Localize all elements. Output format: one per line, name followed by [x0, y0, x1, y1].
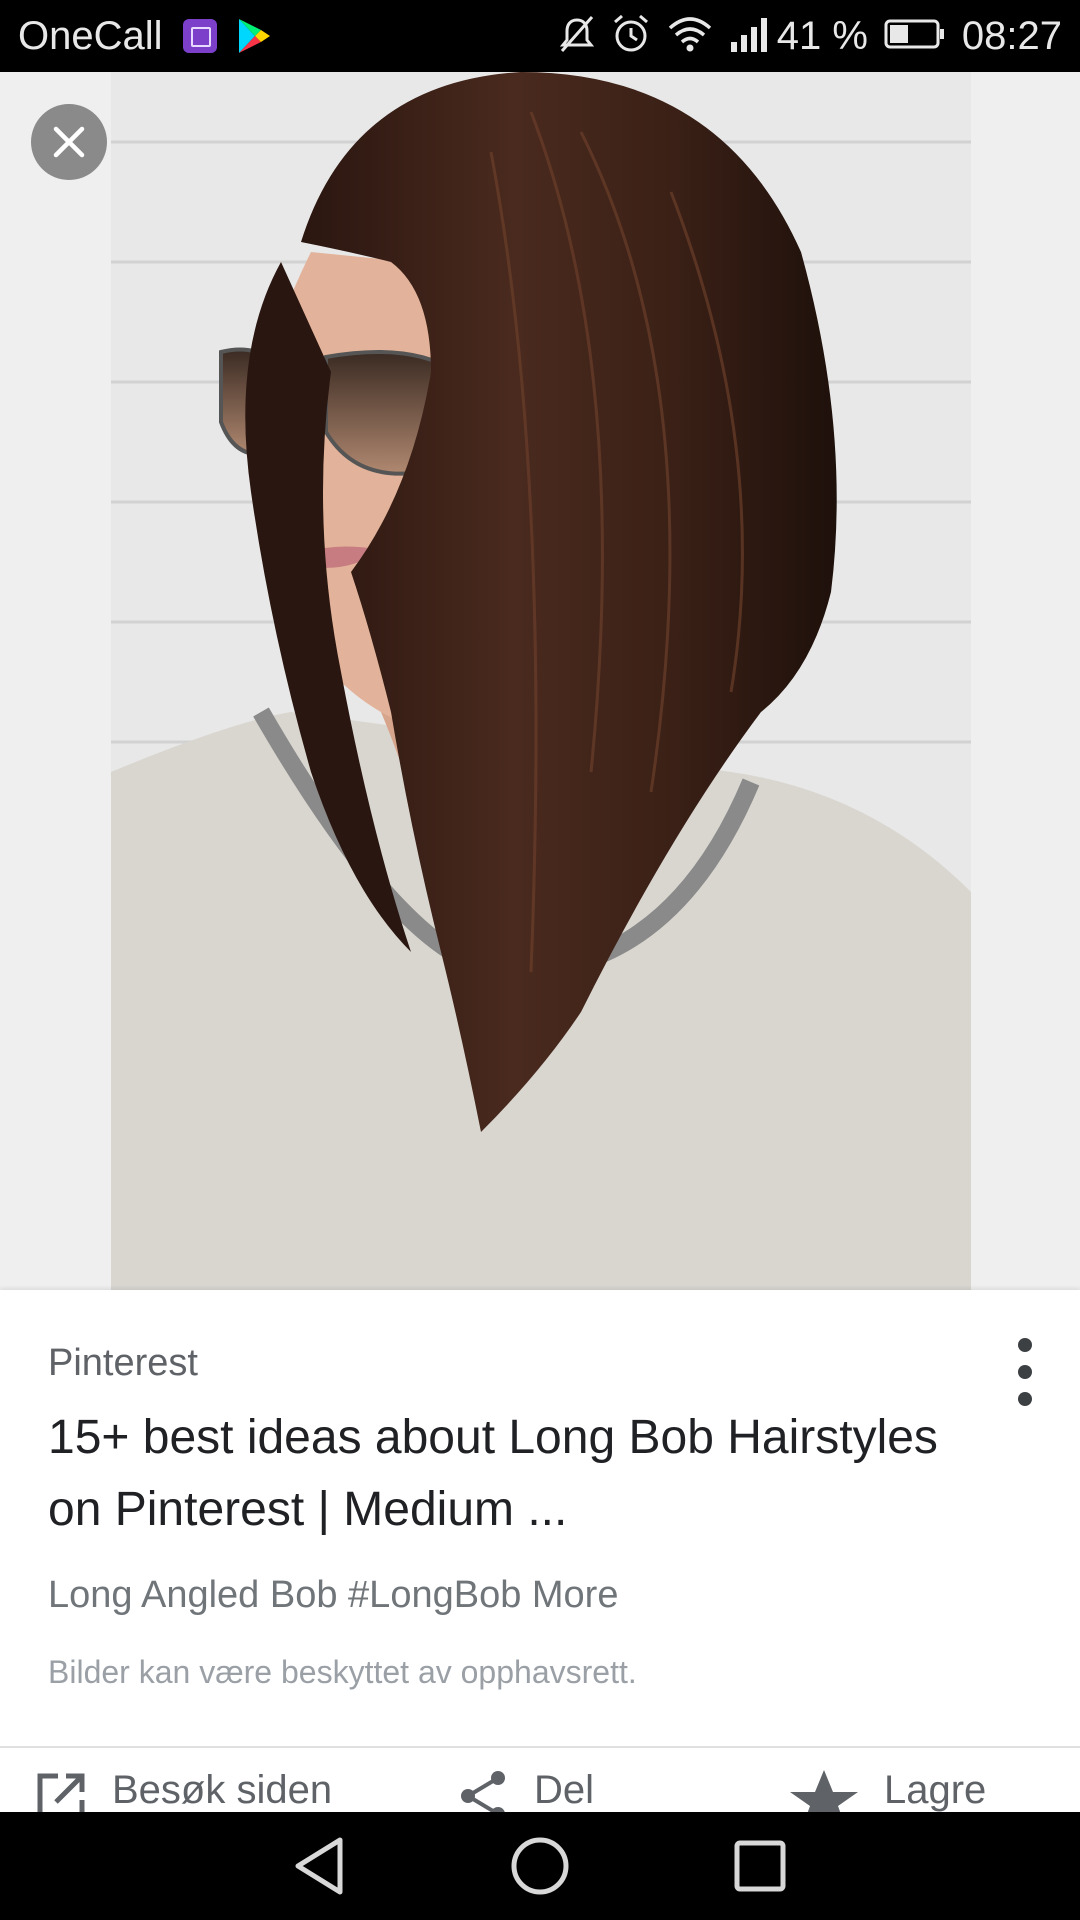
save-button[interactable]: Lagre — [786, 1768, 986, 1812]
share-label: Del — [534, 1768, 595, 1812]
home-icon — [511, 1837, 569, 1895]
mute-icon — [559, 14, 595, 59]
visit-page-label: Besøk siden — [112, 1768, 333, 1812]
save-label: Lagre — [884, 1768, 987, 1812]
source-site[interactable]: Pinterest — [48, 1342, 198, 1385]
result-title[interactable]: 15+ best ideas about Long Bob Hairstyles… — [48, 1402, 948, 1546]
gallery-app-icon — [182, 19, 217, 53]
status-bar: OneCall 41 % 08:27 — [0, 0, 1080, 72]
signal-icon — [729, 16, 773, 57]
result-description: Long Angled Bob #LongBob More — [48, 1574, 619, 1616]
back-button[interactable] — [280, 1826, 360, 1906]
play-store-icon — [237, 18, 271, 54]
share-button[interactable]: Del — [456, 1768, 594, 1812]
home-button[interactable] — [500, 1826, 580, 1906]
battery-percent: 41 % — [776, 13, 868, 58]
carrier-name: OneCall — [18, 13, 163, 58]
copyright-notice: Bilder kan være beskyttet av opphavsrett… — [48, 1654, 637, 1690]
clock: 08:27 — [961, 13, 1062, 58]
back-icon — [295, 1837, 343, 1895]
dot — [1018, 1392, 1032, 1406]
dot — [1018, 1365, 1032, 1379]
share-icon — [456, 1768, 512, 1812]
close-button[interactable] — [31, 104, 107, 180]
status-bar-left: OneCall — [18, 14, 271, 59]
image-preview-area — [0, 72, 1080, 1290]
hairstyle-photo[interactable] — [111, 72, 971, 1290]
close-icon — [53, 126, 85, 158]
result-info-card: Pinterest 15+ best ideas about Long Bob … — [0, 1290, 1080, 1812]
visit-page-button[interactable]: Besøk siden — [34, 1768, 332, 1812]
action-bar: Besøk siden Del Lagre — [0, 1748, 1080, 1812]
more-options-button[interactable] — [1010, 1332, 1040, 1412]
dot — [1018, 1338, 1032, 1352]
alarm-icon — [611, 14, 651, 59]
star-icon — [786, 1768, 862, 1812]
wifi-icon — [667, 16, 713, 57]
image-viewer-screen: OneCall 41 % 08:27 Pinterest 15+ best id… — [0, 0, 1080, 1920]
status-bar-right: 41 % 08:27 — [543, 14, 1062, 59]
recents-button[interactable] — [720, 1826, 800, 1906]
battery-icon — [884, 18, 946, 55]
open-external-icon — [34, 1768, 90, 1812]
navigation-bar — [0, 1812, 1080, 1920]
recents-icon — [734, 1840, 786, 1892]
